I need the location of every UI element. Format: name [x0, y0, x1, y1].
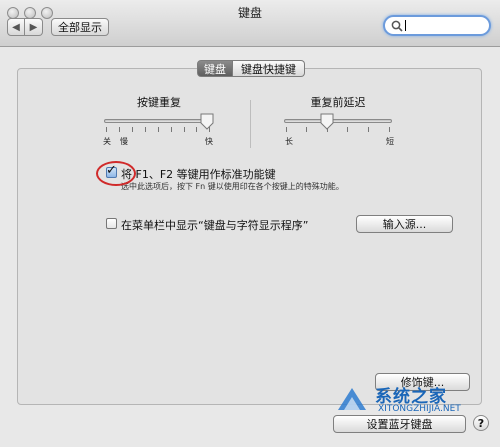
annotation-highlight-circle — [96, 161, 136, 186]
delay-long-label: 长 — [285, 137, 293, 146]
forward-button[interactable]: ▶ — [25, 18, 43, 36]
back-button[interactable]: ◀ — [7, 18, 25, 36]
fkeys-label: 将 F1、F2 等键用作标准功能键 — [121, 168, 276, 181]
fkeys-hint: 选中此选项后，按下 Fn 键以使用印在各个按键上的特殊功能。 — [121, 182, 344, 191]
delay-until-repeat-title: 重复前延迟 — [310, 96, 366, 109]
key-repeat-slow-label: 慢 — [120, 137, 128, 146]
keyboard-preferences-window: 键盘 ◀ ▶ 全部显示 键盘 键盘快捷键 按键重复 关 慢 快 重复前延迟 长 … — [0, 0, 500, 447]
show-in-menubar-checkbox[interactable] — [106, 218, 117, 229]
tab-keyboard[interactable]: 键盘 — [197, 60, 233, 77]
back-arrow-icon: ◀ — [12, 21, 20, 33]
key-repeat-slider-track[interactable] — [104, 119, 212, 123]
key-repeat-off-label: 关 — [103, 137, 111, 146]
help-button[interactable]: ? — [473, 415, 489, 431]
forward-arrow-icon: ▶ — [29, 21, 38, 33]
delay-until-repeat-slider-track[interactable] — [284, 119, 392, 123]
watermark-url: XITONGZHIJIA.NET — [378, 404, 461, 414]
key-repeat-title: 按键重复 — [137, 96, 181, 109]
tab-bar: 键盘 键盘快捷键 — [197, 60, 305, 77]
delay-until-repeat-slider-thumb[interactable] — [320, 113, 334, 130]
text-cursor — [405, 20, 406, 31]
title-bar: 键盘 ◀ ▶ 全部显示 — [0, 0, 500, 47]
key-repeat-slider-thumb[interactable] — [200, 113, 214, 130]
search-input[interactable] — [383, 15, 491, 36]
search-icon — [391, 20, 403, 32]
key-repeat-fast-label: 快 — [205, 137, 213, 146]
input-sources-button[interactable]: 输入源... — [356, 215, 453, 233]
slider-divider — [250, 100, 251, 148]
setup-bluetooth-keyboard-button[interactable]: 设置蓝牙键盘 — [333, 415, 466, 433]
show-all-button[interactable]: 全部显示 — [51, 18, 109, 36]
show-in-menubar-label: 在菜单栏中显示“键盘与字符显示程序” — [121, 219, 309, 232]
delay-short-label: 短 — [386, 137, 394, 146]
tab-keyboard-shortcuts[interactable]: 键盘快捷键 — [233, 60, 305, 77]
